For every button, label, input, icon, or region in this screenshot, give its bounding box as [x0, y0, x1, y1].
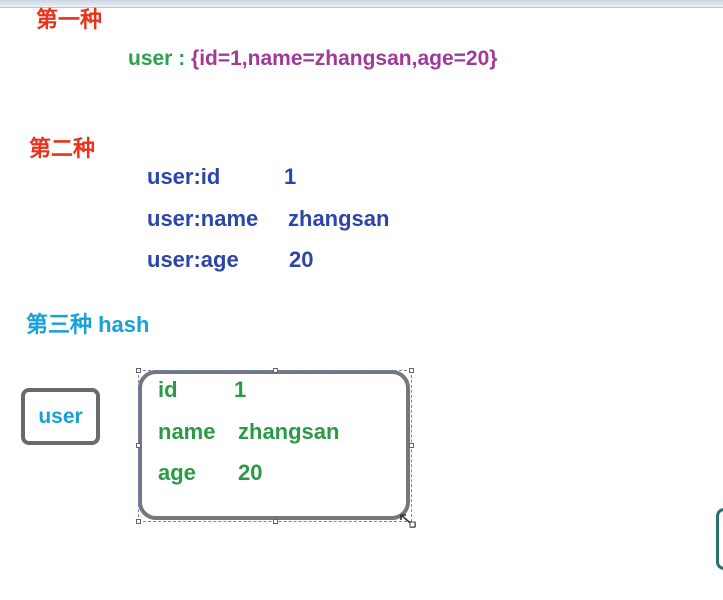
hash-value-age: 20 — [238, 460, 263, 485]
hash-key-label: user — [38, 405, 83, 428]
hash-key-box: user — [21, 388, 100, 445]
window-top-border — [0, 0, 723, 8]
hash-fields-box[interactable] — [138, 370, 410, 520]
section1-heading: 第一种 — [36, 7, 103, 32]
section3-heading: 第三种 hash — [26, 312, 150, 337]
value-user-age: 20 — [289, 247, 314, 272]
key-user-id: user:id — [147, 164, 221, 189]
hash-field-id: id — [158, 377, 178, 402]
hash-value-id: 1 — [234, 377, 247, 402]
value-user-name: zhangsan — [288, 206, 390, 231]
key-user-age: user:age — [147, 247, 239, 272]
hash-field-name: name — [158, 419, 216, 444]
resize-cursor-icon[interactable] — [400, 514, 416, 528]
resize-handle-top-right[interactable] — [409, 368, 414, 373]
resize-handle-left[interactable] — [136, 443, 141, 448]
key-user-name: user:name — [147, 206, 259, 231]
resize-handle-right[interactable] — [409, 443, 414, 448]
value-user-id: 1 — [284, 164, 297, 189]
resize-handle-top[interactable] — [273, 368, 278, 373]
resize-handle-top-left[interactable] — [136, 368, 141, 373]
section2-heading: 第二种 — [29, 136, 96, 161]
resize-handle-bottom-left[interactable] — [136, 519, 141, 524]
resize-handle-bottom[interactable] — [273, 519, 278, 524]
string-key: user : — [128, 47, 192, 70]
hash-value-name: zhangsan — [238, 419, 340, 444]
side-panel-tab[interactable] — [716, 508, 723, 570]
hash-field-age: age — [158, 460, 196, 485]
string-example-line: user : {id=1,name=zhangsan,age=20} — [128, 48, 497, 69]
string-value: {id=1,name=zhangsan,age=20} — [191, 47, 498, 70]
